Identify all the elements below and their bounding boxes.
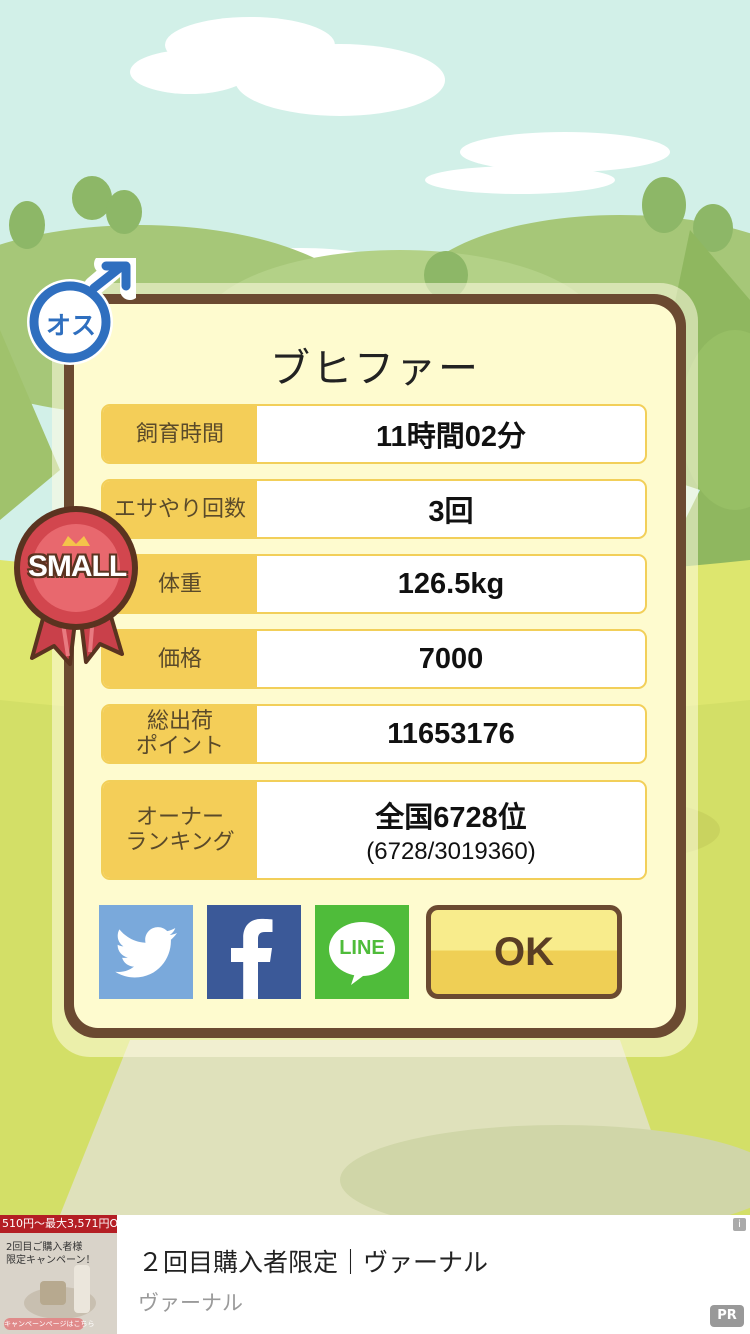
ranking-detail: (6728/3019360): [366, 838, 536, 865]
ad-sponsor: ヴァーナル: [138, 1291, 243, 1315]
stat-value: 11時間02分: [376, 421, 526, 453]
stat-row-shipping-points: 総出荷 ポイント 11653176: [101, 704, 647, 764]
stat-value: 126.5kg: [397, 567, 505, 600]
gender-badge: オス: [24, 254, 140, 368]
facebook-f-icon: [231, 918, 273, 999]
gender-label: オス: [45, 311, 96, 340]
facebook-share-button[interactable]: [207, 905, 301, 999]
stat-label: 総出荷 ポイント: [103, 706, 257, 762]
stat-label-line2: ポイント: [135, 734, 224, 759]
ok-label: OK: [494, 929, 554, 974]
stat-row-weight: 体重 126.5kg: [101, 554, 647, 614]
twitter-share-button[interactable]: [99, 905, 193, 999]
pig-name-title: ブヒファー: [270, 346, 480, 392]
stat-value: 全国6728位 (6728/3019360): [257, 782, 645, 878]
size-ribbon-badge: SMALL: [12, 496, 142, 668]
stat-label: 飼育時間: [103, 406, 257, 462]
ad-title[interactable]: ２回目購入者限定｜ヴァーナル: [138, 1243, 488, 1279]
twitter-bird-icon: [115, 927, 177, 978]
stat-value: 7000: [418, 642, 484, 675]
stat-row-feed-count: エサやり回数 3回: [101, 479, 647, 539]
ok-button[interactable]: OK: [426, 905, 622, 999]
ad-info-icon[interactable]: i: [733, 1218, 746, 1231]
ad-thumb-button[interactable]: キャンペーンページはこちら: [4, 1318, 95, 1330]
size-badge-label: SMALL: [27, 550, 127, 583]
stat-row-owner-ranking: オーナー ランキング 全国6728位 (6728/3019360): [101, 780, 647, 880]
ad-pr-badge: PR: [710, 1305, 744, 1327]
stat-label-line1: 総出荷: [146, 709, 213, 734]
stat-label-line1: オーナー: [135, 805, 224, 830]
stat-row-price: 価格 7000: [101, 629, 647, 689]
ad-banner[interactable]: 510円〜最大3,571円OFF 2回目ご購入者様 限定キャンペーン！ キャンペ…: [0, 1215, 750, 1334]
stat-row-rearing-time: 飼育時間 11時間02分: [101, 404, 647, 464]
stat-label: オーナー ランキング: [103, 782, 257, 878]
stat-value: 11653176: [387, 717, 515, 750]
stat-value: 3回: [428, 496, 474, 528]
stat-label-line2: ランキング: [125, 830, 235, 855]
ad-thumbnail[interactable]: 510円〜最大3,571円OFF 2回目ご購入者様 限定キャンペーン！ キャンペ…: [0, 1215, 117, 1334]
ranking-value: 全国6728位: [375, 802, 527, 834]
line-share-button[interactable]: LINE: [315, 905, 409, 999]
ad-product-image: [24, 1265, 96, 1319]
line-label: LINE: [339, 937, 385, 959]
